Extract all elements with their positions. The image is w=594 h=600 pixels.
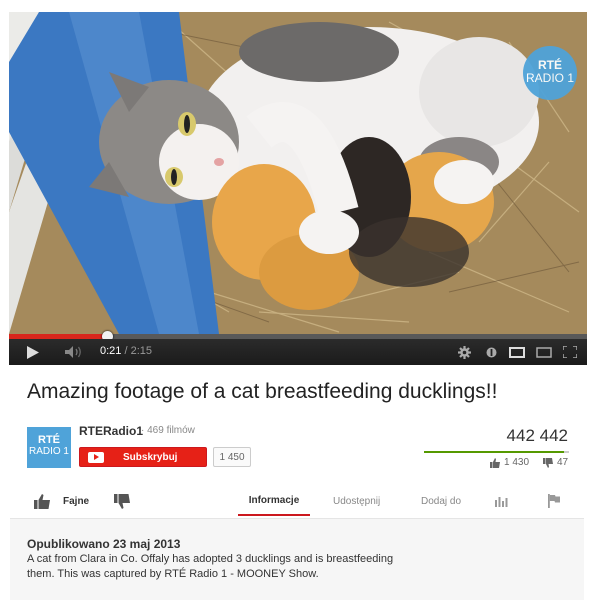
settings-button[interactable]	[456, 339, 472, 365]
annotations-icon	[486, 347, 496, 357]
subscribe-button[interactable]: Subskrybuj	[79, 447, 207, 467]
tab-info[interactable]: Informacje	[238, 486, 310, 516]
theater-mode-icon	[509, 346, 525, 358]
annotations-button[interactable]	[484, 339, 498, 365]
video-description: A cat from Clara in Co. Offaly has adopt…	[27, 553, 394, 580]
tab-share-label: Udostępnij	[333, 495, 381, 507]
stats-button[interactable]	[494, 486, 508, 516]
video-title: Amazing footage of a cat breastfeeding d…	[27, 380, 498, 403]
like-count: 1 430	[504, 457, 530, 468]
subscribe-label: Subskrybuj	[123, 451, 178, 463]
youtube-logo-icon	[88, 451, 104, 463]
settings-icon	[457, 345, 471, 359]
channel-avatar[interactable]: RTÉ RADIO 1	[27, 427, 71, 468]
action-bar: Fajne Informacje Udostępnij Dodaj do	[0, 486, 594, 518]
thumbs-up-icon	[34, 493, 50, 509]
miniplayer-icon	[536, 346, 552, 358]
dislike-button[interactable]	[114, 486, 130, 516]
channel-name-link[interactable]: RTERadio1	[79, 424, 143, 438]
time-total: 2:15	[130, 345, 153, 357]
channel-watermark: RTÉ RADIO 1	[523, 46, 577, 100]
volume-button[interactable]	[63, 339, 85, 365]
like-label: Fajne	[63, 495, 90, 507]
view-count: 442 442	[506, 426, 568, 445]
time-current: 0:21	[100, 345, 122, 357]
time-separator: /	[121, 345, 131, 357]
video-frame[interactable]	[9, 12, 587, 334]
subscriber-count: 1 450	[213, 447, 251, 467]
play-icon	[27, 345, 39, 359]
like-ratio-bar	[424, 451, 569, 453]
flag-icon	[548, 494, 560, 508]
publish-date: Opublikowano 23 maj 2013	[27, 537, 181, 551]
time-display: 0:21 / 2:15	[100, 345, 152, 357]
fullscreen-icon	[563, 346, 577, 358]
theater-mode-button[interactable]	[508, 339, 526, 365]
dislike-count-summary: 47	[543, 457, 568, 468]
avatar-line-2: RADIO 1	[28, 446, 69, 457]
avatar-line-1: RTÉ	[38, 434, 60, 446]
tab-add-to-label: Dodaj do	[421, 495, 462, 507]
fullscreen-button[interactable]	[561, 339, 579, 365]
thumbs-up-small-icon	[490, 457, 500, 468]
tab-info-label: Informacje	[248, 494, 300, 506]
report-button[interactable]	[548, 486, 560, 516]
video-player[interactable]: RTÉ RADIO 1 0:21 / 2:15	[9, 12, 587, 365]
thumbs-down-icon	[114, 493, 130, 509]
volume-icon	[65, 346, 81, 358]
like-button[interactable]: Fajne	[34, 486, 89, 516]
play-button[interactable]	[23, 339, 43, 365]
channel-video-count: · 469 filmów	[141, 425, 195, 436]
like-ratio-fill	[424, 451, 565, 453]
dislike-count: 47	[557, 457, 569, 468]
player-controls: 0:21 / 2:15	[9, 339, 587, 365]
watermark-line-2: RADIO 1	[525, 71, 574, 85]
thumbs-down-small-icon	[543, 457, 553, 468]
stats-icon	[495, 497, 508, 507]
miniplayer-button[interactable]	[535, 339, 553, 365]
tab-add-to[interactable]: Dodaj do	[421, 486, 461, 516]
like-count-summary: 1 430	[490, 457, 529, 468]
tab-share[interactable]: Udostępnij	[333, 486, 380, 516]
